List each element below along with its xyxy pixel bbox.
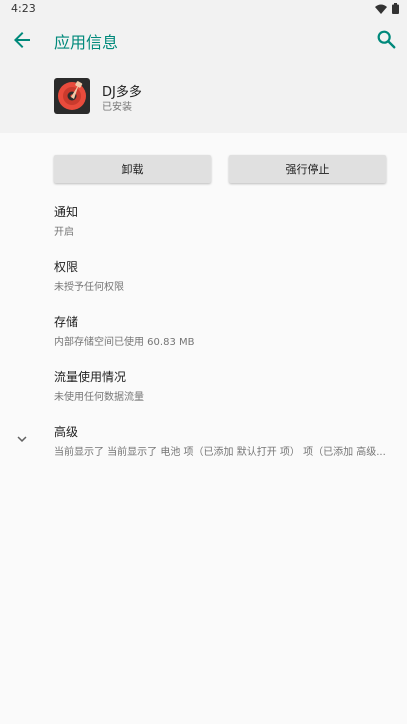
settings-item-notifications[interactable]: 通知 开启 [54,203,393,238]
uninstall-button[interactable]: 卸载 [54,155,211,183]
app-icon [54,78,90,114]
item-title: 权限 [54,260,79,274]
settings-item-advanced[interactable]: 高级 当前显示了 当前显示了 电池 项（已添加 默认打开 项） 项（已添加 高级… [54,423,393,458]
item-title: 高级 [54,425,79,439]
settings-item-permissions[interactable]: 权限 未授予任何权限 [54,258,393,293]
status-time: 4:23 [11,2,36,15]
settings-item-storage[interactable]: 存储 内部存储空间已使用 60.83 MB [54,313,393,348]
status-bar: 4:23 [0,0,407,17]
app-header: DJ多多 已安装 [0,61,407,133]
battery-icon [392,3,399,14]
page-title: 应用信息 [54,33,119,52]
chevron-down-icon[interactable] [13,430,31,448]
settings-item-data-usage[interactable]: 流量使用情况 未使用任何数据流量 [54,368,393,403]
app-bar: 应用信息 [0,17,407,61]
item-subtitle: 内部存储空间已使用 60.83 MB [54,337,195,348]
app-install-status: 已安装 [102,102,132,113]
item-subtitle: 开启 [54,227,74,238]
item-title: 存储 [54,315,79,329]
record-logo-icon [58,81,86,110]
status-icons [375,3,399,14]
force-stop-button[interactable]: 强行停止 [229,155,386,183]
back-arrow-icon[interactable] [10,28,34,52]
search-icon[interactable] [375,28,397,50]
item-subtitle: 当前显示了 当前显示了 电池 项（已添加 默认打开 项） 项（已添加 高级... [54,447,386,458]
item-subtitle: 未授予任何权限 [54,282,124,293]
item-title: 流量使用情况 [54,370,127,384]
item-subtitle: 未使用任何数据流量 [54,392,144,403]
wifi-icon [375,4,387,14]
item-title: 通知 [54,205,79,219]
